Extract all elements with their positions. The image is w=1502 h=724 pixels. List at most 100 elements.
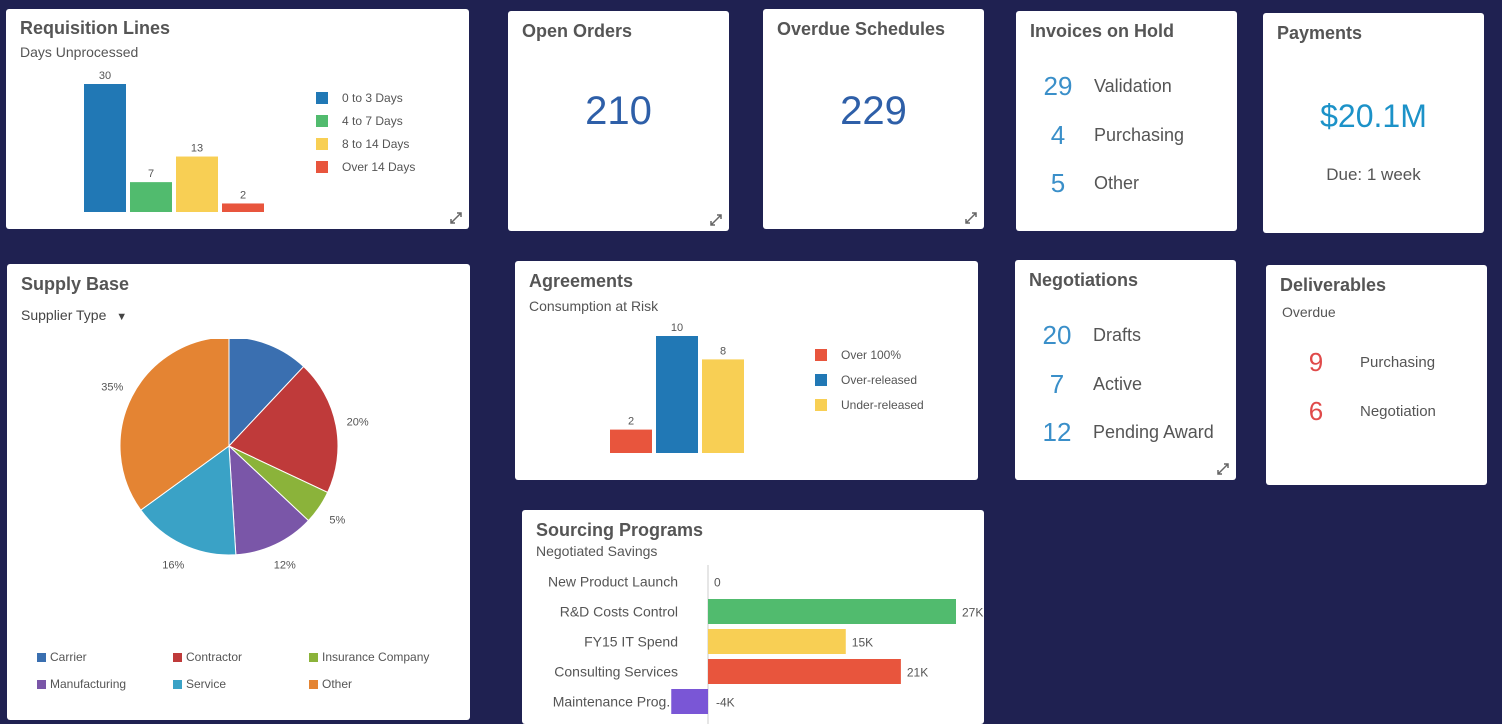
legend-label: Over 100% <box>841 348 902 362</box>
dropdown-label: Supplier Type <box>21 307 107 323</box>
overdue-schedules-card[interactable]: Overdue Schedules 229 <box>763 9 984 229</box>
legend-item-over-released: Over-released <box>815 373 917 387</box>
negotiations-card[interactable]: Negotiations 20 Drafts 7 Active 12 Pendi… <box>1015 260 1236 480</box>
deliverable-row-negotiation[interactable]: 6 Negotiation <box>1280 396 1479 426</box>
bar-under-released[interactable] <box>702 359 744 453</box>
payments-due: Due: 1 week <box>1326 165 1421 184</box>
metric-count: 20 <box>1042 319 1072 350</box>
legend-label: Over 14 Days <box>342 160 416 174</box>
payments-card[interactable]: Payments $20.1M Due: 1 week <box>1263 13 1484 233</box>
legend-swatch <box>316 161 328 173</box>
deliverable-row-purchasing[interactable]: 9 Purchasing <box>1280 347 1479 377</box>
metric-label: Validation <box>1094 75 1172 96</box>
bar-fy15-it-spend[interactable] <box>708 629 846 654</box>
requisition-lines-card[interactable]: Requisition Lines Days Unprocessed 30 7 13… <box>6 9 469 229</box>
expand-icon[interactable] <box>449 211 463 225</box>
agreements-bar-chart: 2 10 8 <box>610 322 744 453</box>
deliverables-card[interactable]: Deliverables Overdue 9 Purchasing 6 Nego… <box>1266 265 1487 485</box>
bar-consulting-services[interactable] <box>708 659 901 684</box>
category-label: Consulting Services <box>554 664 678 680</box>
legend-label: Other <box>322 677 353 691</box>
card-title: Supply Base <box>21 274 130 294</box>
bar-r-d-costs-control[interactable] <box>708 599 956 624</box>
sourcing-programs-card[interactable]: Sourcing Programs Negotiated Savings New… <box>522 510 984 724</box>
category-label: R&D Costs Control <box>560 604 678 620</box>
pie-label: 5% <box>329 515 345 527</box>
data-label: 30 <box>99 70 111 82</box>
metric-label: Drafts <box>1093 324 1142 345</box>
expand-icon[interactable] <box>964 211 978 225</box>
legend-label: 0 to 3 Days <box>342 91 403 105</box>
legend-label: Over-released <box>841 373 918 387</box>
legend-label: Insurance Company <box>322 650 430 664</box>
supply-base-card[interactable]: Supply Base Supplier Type ▼ 12%20%5%12%1… <box>7 264 470 720</box>
data-label: -4K <box>716 696 735 710</box>
card-title: Negotiations <box>1029 270 1139 290</box>
legend-swatch <box>316 138 328 150</box>
legend-item-contractor: Contractor <box>173 650 242 664</box>
invoice-row-other[interactable]: 5 Other <box>1030 168 1229 198</box>
card-title: Sourcing Programs <box>536 520 704 540</box>
metric-label: Active <box>1093 373 1143 394</box>
legend-item-other: Other <box>309 677 352 691</box>
negotiation-row-active[interactable]: 7 Active <box>1029 369 1228 399</box>
legend-item-4-to-7-days: 4 to 7 Days <box>316 114 403 128</box>
metric-count: 6 <box>1308 395 1324 426</box>
data-label: 0 <box>714 576 721 590</box>
caret-down-icon: ▼ <box>116 311 128 323</box>
legend-label: 4 to 7 Days <box>342 114 403 128</box>
invoices-on-hold-card[interactable]: Invoices on Hold 29 Validation 4 Purchas… <box>1016 11 1237 231</box>
payments-value: $20.1M <box>1320 98 1427 134</box>
legend-swatch <box>37 652 46 662</box>
invoice-row-validation[interactable]: 29 Validation <box>1030 71 1229 101</box>
bar-maintenance-prog[interactable] <box>671 689 708 714</box>
agreements-card[interactable]: Agreements Consumption at Risk 2 10 8 Over… <box>515 261 978 480</box>
overdue-schedules-value: 229 <box>840 89 907 133</box>
legend-swatch <box>815 349 827 361</box>
negotiation-row-pending-award[interactable]: 12 Pending Award <box>1029 417 1228 447</box>
metric-count: 12 <box>1042 416 1072 447</box>
card-subtitle: Overdue <box>1282 304 1336 320</box>
invoice-row-purchasing[interactable]: 4 Purchasing <box>1030 120 1229 150</box>
bar-4-to-7-days[interactable] <box>130 182 172 212</box>
open-orders-card[interactable]: Open Orders 210 <box>508 11 729 231</box>
legend-label: 8 to 14 Days <box>342 137 410 151</box>
card-subtitle: Consumption at Risk <box>529 298 659 314</box>
legend-item-under-released: Under-released <box>815 398 924 412</box>
metric-label: Purchasing <box>1094 124 1185 145</box>
metric-label: Purchasing <box>1360 353 1436 371</box>
card-title: Overdue Schedules <box>777 19 946 39</box>
supplier-type-dropdown[interactable]: Supplier Type ▼ <box>21 307 127 323</box>
legend-label: Carrier <box>50 650 87 664</box>
bar-over-released[interactable] <box>656 336 698 453</box>
data-label: 10 <box>671 322 683 334</box>
bar-over-100[interactable] <box>610 429 652 453</box>
card-title: Invoices on Hold <box>1030 21 1175 41</box>
legend-swatch <box>37 679 46 689</box>
legend-item-insurance-company: Insurance Company <box>309 650 429 664</box>
metric-count: 9 <box>1308 346 1324 377</box>
legend-label: Under-released <box>841 398 924 412</box>
legend-item-over-14-days: Over 14 Days <box>316 160 415 174</box>
bar-8-to-14-days[interactable] <box>176 156 218 212</box>
bar-over-14-days[interactable] <box>222 203 264 212</box>
card-title: Deliverables <box>1280 275 1387 295</box>
expand-icon[interactable] <box>709 213 723 227</box>
supply-pie-chart: 12%20%5%12%16%35% <box>101 339 369 572</box>
legend-swatch <box>173 679 182 689</box>
pie-label: 16% <box>162 560 184 572</box>
bar-0-to-3-days[interactable] <box>84 84 126 212</box>
legend-item-8-to-14-days: 8 to 14 Days <box>316 137 409 151</box>
category-label: Maintenance Prog... <box>553 694 678 710</box>
legend-label: Service <box>186 677 227 691</box>
data-label: 7 <box>148 168 154 180</box>
card-title: Requisition Lines <box>20 18 171 38</box>
legend-label: Manufacturing <box>50 677 127 691</box>
negotiation-row-drafts[interactable]: 20 Drafts <box>1029 320 1228 350</box>
expand-icon[interactable] <box>1216 462 1230 476</box>
data-label: 13 <box>191 143 203 155</box>
metric-count: 29 <box>1043 70 1073 101</box>
metric-label: Pending Award <box>1093 421 1214 442</box>
legend-item-0-to-3-days: 0 to 3 Days <box>316 91 403 105</box>
card-title: Agreements <box>529 271 634 291</box>
